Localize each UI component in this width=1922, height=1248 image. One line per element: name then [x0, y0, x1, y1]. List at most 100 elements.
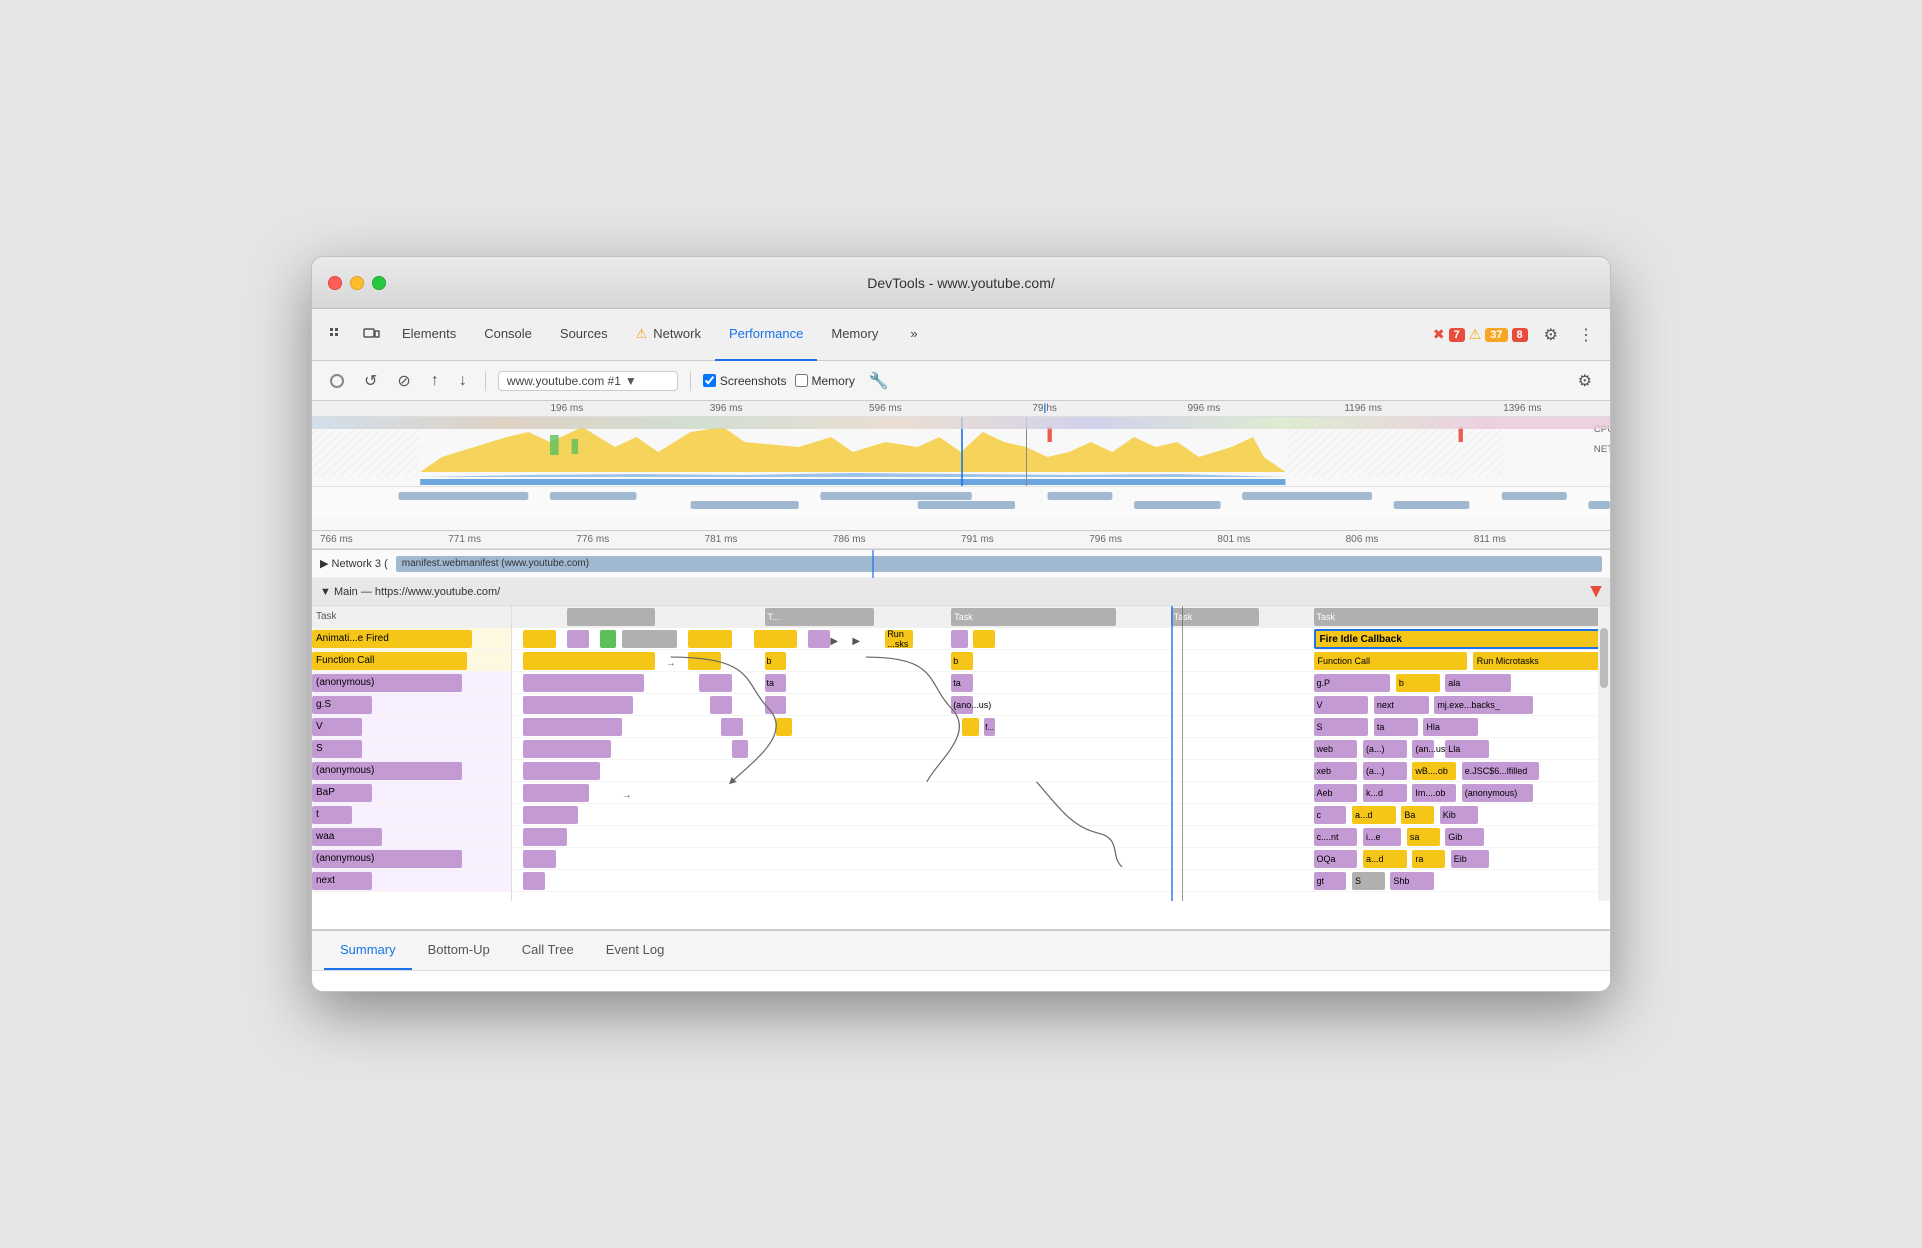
- maximize-button[interactable]: [372, 276, 386, 290]
- func-call-right[interactable]: Function Call: [1314, 652, 1468, 670]
- gs-purple[interactable]: [523, 696, 633, 714]
- s-block-2[interactable]: S: [1352, 872, 1385, 890]
- hla-block[interactable]: Hla: [1423, 718, 1478, 736]
- v-block[interactable]: V: [1314, 696, 1369, 714]
- bottom-tab-calltree[interactable]: Call Tree: [506, 930, 590, 970]
- next-row[interactable]: gt S Shb: [512, 870, 1610, 892]
- gs-row[interactable]: (ano...us) V next mj.exe...backs_: [512, 694, 1610, 716]
- anon-purple-2[interactable]: [699, 674, 732, 692]
- aeb-block[interactable]: Aeb: [1314, 784, 1358, 802]
- scrollbar-vertical[interactable]: [1598, 606, 1610, 901]
- clear-recordings-button[interactable]: 🔧: [863, 367, 895, 395]
- gs-yellow-1[interactable]: [765, 696, 787, 714]
- b-block-r[interactable]: b: [1396, 674, 1440, 692]
- device-toolbar-button[interactable]: [354, 320, 388, 350]
- download-button[interactable]: ↓: [453, 368, 473, 394]
- s-block-r[interactable]: S: [1314, 718, 1369, 736]
- eib-block[interactable]: Eib: [1451, 850, 1489, 868]
- flame-row-gs[interactable]: g.S: [312, 694, 511, 716]
- next-purple[interactable]: [523, 872, 545, 890]
- ad2-block[interactable]: a...d: [1363, 850, 1407, 868]
- ala-block[interactable]: ala: [1445, 674, 1511, 692]
- t-row[interactable]: c a...d Ba Kib: [512, 804, 1610, 826]
- ta-block-r[interactable]: ta: [1374, 718, 1418, 736]
- block-b-1[interactable]: b: [765, 652, 787, 670]
- block-f[interactable]: f...: [984, 718, 995, 736]
- main-thread-header[interactable]: ▼ Main — https://www.youtube.com/: [312, 578, 1610, 606]
- dropdown-icon[interactable]: ▼: [625, 374, 637, 388]
- minimize-button[interactable]: [350, 276, 364, 290]
- im-ob-block[interactable]: Im....ob: [1412, 784, 1456, 802]
- flame-row-anonymous-3[interactable]: (anonymous): [312, 848, 511, 870]
- block-run-sks[interactable]: Run ...sks: [885, 630, 912, 648]
- shb-block[interactable]: Shb: [1390, 872, 1434, 890]
- screenshots-checkbox-label[interactable]: Screenshots: [703, 374, 787, 388]
- tab-performance[interactable]: Performance: [715, 309, 817, 361]
- bottom-tab-summary[interactable]: Summary: [324, 930, 412, 970]
- scrollbar-thumb[interactable]: [1600, 628, 1608, 688]
- func-yellow-2[interactable]: [688, 652, 721, 670]
- flame-row-waa[interactable]: waa: [312, 826, 511, 848]
- waa-row[interactable]: c....nt i...e sa Gib: [512, 826, 1610, 848]
- bottom-tab-eventlog[interactable]: Event Log: [590, 930, 681, 970]
- func-call-row[interactable]: → b b Function Call Run Microtasks: [512, 650, 1610, 672]
- s-purple[interactable]: [523, 740, 611, 758]
- block-b-2[interactable]: b: [951, 652, 973, 670]
- v-purple-2[interactable]: [721, 718, 743, 736]
- gp-block[interactable]: g.P: [1314, 674, 1391, 692]
- sa-block[interactable]: sa: [1407, 828, 1440, 846]
- flame-row-func-call[interactable]: Function Call: [312, 650, 511, 672]
- clear-button[interactable]: ⊘: [391, 367, 416, 395]
- c-block[interactable]: c: [1314, 806, 1347, 824]
- screenshots-checkbox[interactable]: [703, 374, 716, 387]
- network-request-bar[interactable]: manifest.webmanifest (www.youtube.com): [396, 556, 1602, 572]
- record-button[interactable]: [324, 370, 350, 392]
- anonymous-row-2[interactable]: xeb (a...) wB....ob e.JSC$6...lfilled: [512, 760, 1610, 782]
- reload-button[interactable]: ↺: [358, 367, 383, 395]
- anonymous-row-1[interactable]: ta ta g.P b ala: [512, 672, 1610, 694]
- tab-console[interactable]: Console: [470, 309, 546, 361]
- t-purple[interactable]: [523, 806, 578, 824]
- flame-row-next[interactable]: next: [312, 870, 511, 892]
- next-block[interactable]: next: [1374, 696, 1429, 714]
- flame-chart-canvas[interactable]: T... Task Task Task: [512, 606, 1610, 901]
- flame-row-v[interactable]: V: [312, 716, 511, 738]
- gs-purple-2[interactable]: [710, 696, 732, 714]
- anonymous-r[interactable]: (anonymous): [1462, 784, 1533, 802]
- memory-checkbox[interactable]: [795, 374, 808, 387]
- anon-purple-1[interactable]: [523, 674, 644, 692]
- v-row[interactable]: f... S ta Hla: [512, 716, 1610, 738]
- kd-block[interactable]: k...d: [1363, 784, 1407, 802]
- kib-block[interactable]: Kib: [1440, 806, 1478, 824]
- mj-block[interactable]: mj.exe...backs_: [1434, 696, 1533, 714]
- purple-block-2[interactable]: [808, 630, 830, 648]
- gib-block[interactable]: Gib: [1445, 828, 1483, 846]
- bap-purple[interactable]: [523, 784, 589, 802]
- flame-row-s[interactable]: S: [312, 738, 511, 760]
- yellow-block-2[interactable]: [688, 630, 732, 648]
- tab-elements[interactable]: Elements: [388, 309, 470, 361]
- network-row[interactable]: ▶ Network 3 ( manifest.webmanifest (www.…: [312, 550, 1610, 578]
- upload-button[interactable]: ↑: [425, 368, 445, 394]
- bottom-tab-bottomup[interactable]: Bottom-Up: [412, 930, 506, 970]
- flame-row-t[interactable]: t: [312, 804, 511, 826]
- cnt-block[interactable]: c....nt: [1314, 828, 1358, 846]
- v-purple[interactable]: [523, 718, 622, 736]
- yellow-block-ta1[interactable]: [754, 630, 776, 648]
- ie-block[interactable]: i...e: [1363, 828, 1401, 846]
- bap-row[interactable]: → Aeb k...d Im....ob (anonymous): [512, 782, 1610, 804]
- gt-block[interactable]: gt: [1314, 872, 1347, 890]
- gray-block-1[interactable]: [622, 630, 677, 648]
- web-block[interactable]: web: [1314, 740, 1358, 758]
- green-block-1[interactable]: [600, 630, 616, 648]
- fire-idle-callback-block[interactable]: Fire Idle Callback: [1314, 629, 1610, 649]
- s-purple-2[interactable]: [732, 740, 748, 758]
- anonymous-row-3[interactable]: OQa a...d ra Eib: [512, 848, 1610, 870]
- s-row[interactable]: web (a...) (an...us) Lla: [512, 738, 1610, 760]
- cpu-chart[interactable]: CPU NET: [312, 417, 1610, 487]
- wb-ob-block[interactable]: wB....ob: [1412, 762, 1456, 780]
- purple-block-3[interactable]: [951, 630, 967, 648]
- inspect-element-button[interactable]: [320, 320, 354, 350]
- run-microtasks-right[interactable]: Run Microtasks: [1473, 652, 1605, 670]
- ad-block[interactable]: a...d: [1352, 806, 1396, 824]
